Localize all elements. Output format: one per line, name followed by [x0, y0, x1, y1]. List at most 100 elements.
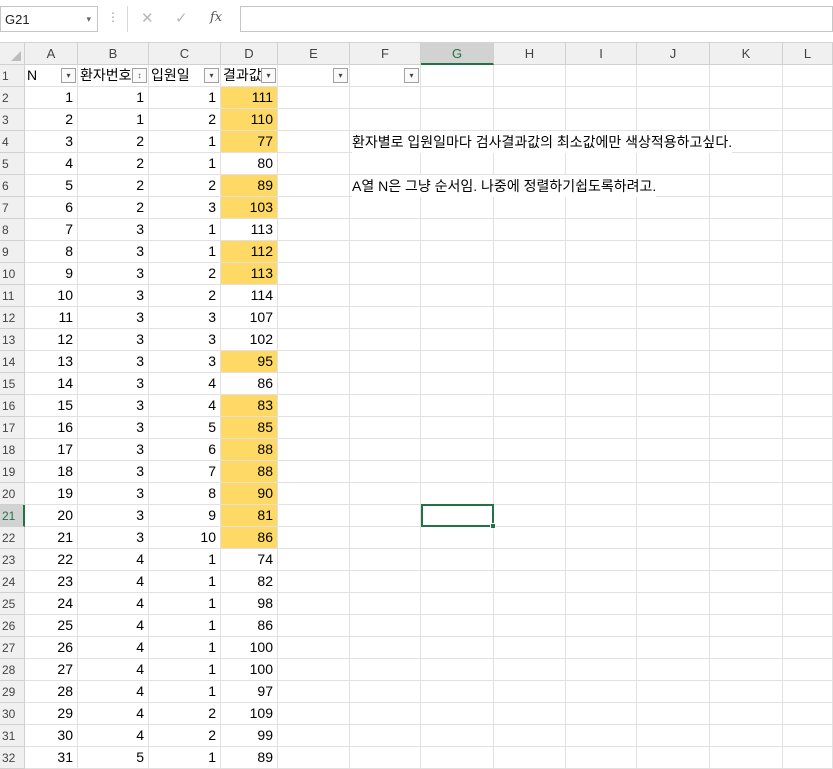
row-header-23[interactable]: 23: [0, 549, 25, 571]
cell-i30[interactable]: [566, 703, 637, 725]
cell-k11[interactable]: [710, 285, 783, 307]
cell-l17[interactable]: [783, 417, 833, 439]
cell-d7[interactable]: 103: [221, 197, 278, 219]
cell-l29[interactable]: [783, 681, 833, 703]
cell-c13[interactable]: 3: [149, 329, 221, 351]
cell-g1[interactable]: [421, 65, 494, 87]
cell-i1[interactable]: [566, 65, 637, 87]
chevron-down-icon[interactable]: ▾: [86, 14, 91, 25]
cell-k27[interactable]: [710, 637, 783, 659]
cell-a3[interactable]: 2: [25, 109, 78, 131]
cell-i14[interactable]: [566, 351, 637, 373]
cell-c19[interactable]: 7: [149, 461, 221, 483]
column-header-a[interactable]: A: [25, 43, 78, 65]
cell-b8[interactable]: 3: [78, 219, 149, 241]
cell-c9[interactable]: 1: [149, 241, 221, 263]
cell-k10[interactable]: [710, 263, 783, 285]
enter-icon[interactable]: ✓: [175, 9, 188, 27]
cell-f29[interactable]: [350, 681, 421, 703]
cell-f20[interactable]: [350, 483, 421, 505]
cell-b31[interactable]: 4: [78, 725, 149, 747]
cell-a28[interactable]: 27: [25, 659, 78, 681]
cell-e13[interactable]: [278, 329, 350, 351]
cell-b14[interactable]: 3: [78, 351, 149, 373]
row-header-18[interactable]: 18: [0, 439, 25, 461]
cell-g26[interactable]: [421, 615, 494, 637]
cell-j26[interactable]: [637, 615, 710, 637]
cell-c31[interactable]: 2: [149, 725, 221, 747]
cell-a8[interactable]: 7: [25, 219, 78, 241]
cell-d10[interactable]: 113: [221, 263, 278, 285]
header-cell-f1[interactable]: ▾: [350, 65, 421, 87]
cell-f11[interactable]: [350, 285, 421, 307]
cell-e19[interactable]: [278, 461, 350, 483]
cell-g30[interactable]: [421, 703, 494, 725]
cell-h18[interactable]: [494, 439, 566, 461]
column-header-f[interactable]: F: [350, 43, 421, 65]
cell-h22[interactable]: [494, 527, 566, 549]
cell-j9[interactable]: [637, 241, 710, 263]
cell-j3[interactable]: [637, 109, 710, 131]
cell-l21[interactable]: [783, 505, 833, 527]
cell-j29[interactable]: [637, 681, 710, 703]
cell-j14[interactable]: [637, 351, 710, 373]
cell-i2[interactable]: [566, 87, 637, 109]
select-all-button[interactable]: [0, 43, 25, 65]
cell-l14[interactable]: [783, 351, 833, 373]
cell-f2[interactable]: [350, 87, 421, 109]
cell-d14[interactable]: 95: [221, 351, 278, 373]
cell-l28[interactable]: [783, 659, 833, 681]
cell-h17[interactable]: [494, 417, 566, 439]
cell-d18[interactable]: 88: [221, 439, 278, 461]
cell-j28[interactable]: [637, 659, 710, 681]
filter-dropdown-icon[interactable]: ▾: [204, 68, 219, 83]
cell-e26[interactable]: [278, 615, 350, 637]
cell-h20[interactable]: [494, 483, 566, 505]
cell-f27[interactable]: [350, 637, 421, 659]
cell-a26[interactable]: 25: [25, 615, 78, 637]
cell-b21[interactable]: 3: [78, 505, 149, 527]
cell-e28[interactable]: [278, 659, 350, 681]
cell-e8[interactable]: [278, 219, 350, 241]
cell-c20[interactable]: 8: [149, 483, 221, 505]
cell-b5[interactable]: 2: [78, 153, 149, 175]
cell-b28[interactable]: 4: [78, 659, 149, 681]
cell-e3[interactable]: [278, 109, 350, 131]
cell-h28[interactable]: [494, 659, 566, 681]
row-header-2[interactable]: 2: [0, 87, 25, 109]
cell-d6[interactable]: 89: [221, 175, 278, 197]
cell-d11[interactable]: 114: [221, 285, 278, 307]
cell-l31[interactable]: [783, 725, 833, 747]
cell-e29[interactable]: [278, 681, 350, 703]
cell-d23[interactable]: 74: [221, 549, 278, 571]
cell-b3[interactable]: 1: [78, 109, 149, 131]
cell-k19[interactable]: [710, 461, 783, 483]
cell-a31[interactable]: 30: [25, 725, 78, 747]
cell-i29[interactable]: [566, 681, 637, 703]
cell-c28[interactable]: 1: [149, 659, 221, 681]
cell-l18[interactable]: [783, 439, 833, 461]
cell-j25[interactable]: [637, 593, 710, 615]
cell-j32[interactable]: [637, 747, 710, 769]
cell-h21[interactable]: [494, 505, 566, 527]
cell-a12[interactable]: 11: [25, 307, 78, 329]
cell-c21[interactable]: 9: [149, 505, 221, 527]
cell-h27[interactable]: [494, 637, 566, 659]
cell-k31[interactable]: [710, 725, 783, 747]
cell-l3[interactable]: [783, 109, 833, 131]
cell-j30[interactable]: [637, 703, 710, 725]
row-header-28[interactable]: 28: [0, 659, 25, 681]
cell-j1[interactable]: [637, 65, 710, 87]
cell-a2[interactable]: 1: [25, 87, 78, 109]
row-header-14[interactable]: 14: [0, 351, 25, 373]
row-header-17[interactable]: 17: [0, 417, 25, 439]
cell-l8[interactable]: [783, 219, 833, 241]
cell-h26[interactable]: [494, 615, 566, 637]
row-header-5[interactable]: 5: [0, 153, 25, 175]
column-header-j[interactable]: J: [637, 43, 710, 65]
row-header-22[interactable]: 22: [0, 527, 25, 549]
cell-g3[interactable]: [421, 109, 494, 131]
cell-a18[interactable]: 17: [25, 439, 78, 461]
cell-i19[interactable]: [566, 461, 637, 483]
header-cell-e1[interactable]: ▾: [278, 65, 350, 87]
